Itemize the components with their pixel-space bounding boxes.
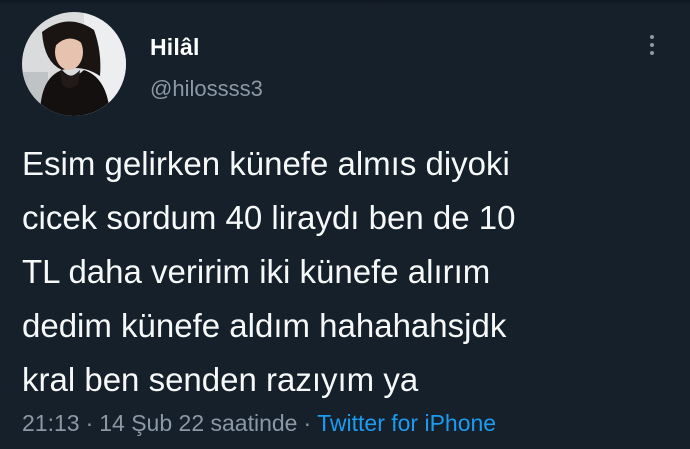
username-handle[interactable]: @hilossss3 [150, 76, 263, 102]
tweet-text-line: dedim künefe aldım hahahahsjdk [22, 307, 507, 344]
top-edge [0, 0, 690, 6]
avatar[interactable] [22, 12, 126, 116]
tweet-text: Esim gelirken künefe almıs diyoki cicek … [22, 137, 677, 407]
avatar-photo [22, 12, 126, 116]
tweet-text-line: Esim gelirken künefe almıs diyoki [22, 145, 510, 182]
tweet-meta: 21:13 · 14 Şub 22 saatinde · Twitter for iPh… [22, 410, 496, 437]
meta-separator: · [85, 410, 94, 436]
tweet-text-line: kral ben senden razıyım ya [22, 361, 419, 398]
tweet-text-line: TL daha veririm iki künefe alırım [22, 253, 491, 290]
meta-separator: · [303, 410, 312, 436]
display-name[interactable]: Hilâl [150, 34, 200, 61]
more-dot [650, 51, 654, 55]
tweet-source-link[interactable]: Twitter for iPhone [317, 410, 496, 436]
tweet-time[interactable]: 21:13 [22, 410, 80, 436]
tweet-date[interactable]: 14 Şub 22 saatinde [99, 410, 297, 436]
more-options-icon[interactable] [640, 28, 664, 62]
more-dot [650, 43, 654, 47]
more-dot [650, 35, 654, 39]
tweet-text-line: cicek sordum 40 liraydı ben de 10 [22, 199, 516, 236]
